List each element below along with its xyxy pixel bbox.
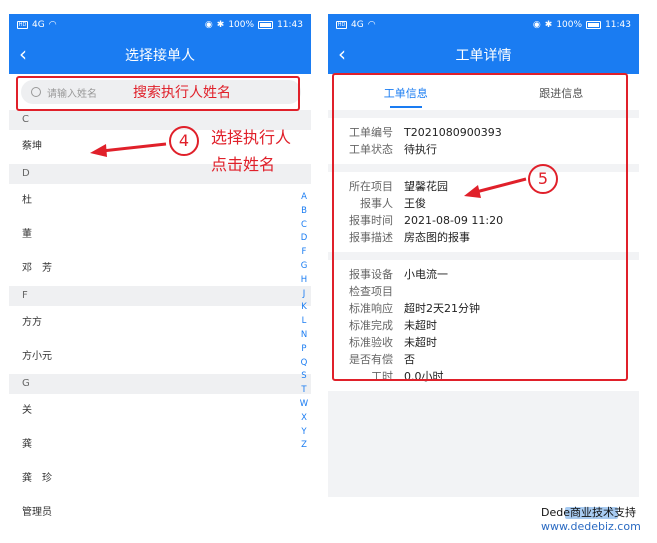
index-letter-c[interactable]: C [301, 219, 307, 233]
battery-label: 100% [556, 20, 583, 30]
index-letter-l[interactable]: L [302, 315, 307, 329]
group-header-g: G [9, 374, 311, 394]
nav-bar: ‹ 工单详情 [328, 36, 639, 74]
bluetooth-icon: ✱ [544, 20, 553, 30]
wifi-icon: ◠ [367, 20, 376, 30]
index-letter-x[interactable]: X [301, 412, 307, 426]
sim-icon: HD [336, 21, 347, 29]
contact-list-item[interactable]: 管理员 [9, 496, 311, 530]
watermark-url: www.dedebiz.com [541, 520, 641, 533]
wifi-icon: ◠ [48, 20, 57, 30]
alphabet-index-bar[interactable]: ABCDFGHJKLNPQSTWXYZ [298, 191, 310, 453]
clock: 11:43 [605, 20, 631, 30]
bluetooth-icon: ✱ [216, 20, 225, 30]
contact-list-item[interactable]: 董 [9, 218, 311, 252]
index-letter-k[interactable]: K [301, 301, 307, 315]
contact-list-item[interactable]: 邓 芳 [9, 252, 311, 286]
contact-list-item[interactable]: 方方 [9, 306, 311, 340]
contact-list-item[interactable]: 关 [9, 394, 311, 428]
contact-list-item[interactable]: 方小元 [9, 340, 311, 374]
contact-list-item[interactable]: 龚 [9, 428, 311, 462]
battery-label: 100% [228, 20, 255, 30]
index-letter-s[interactable]: S [301, 370, 306, 384]
sim-icon: HD [17, 21, 28, 29]
arrow-left-icon [90, 142, 167, 157]
step-4-text-line2: 点击姓名 [211, 155, 276, 174]
network-label: 4G [32, 20, 45, 30]
status-bar: HD 4G ◠ ◉ ✱ 100% 11:43 [9, 14, 311, 36]
index-letter-q[interactable]: Q [301, 357, 308, 371]
index-letter-j[interactable]: J [303, 288, 306, 302]
back-arrow-icon[interactable]: ‹ [338, 42, 346, 66]
index-letter-w[interactable]: W [300, 398, 308, 412]
nav-bar: ‹ 选择接单人 [9, 36, 311, 74]
index-letter-t[interactable]: T [301, 384, 306, 398]
index-letter-n[interactable]: N [301, 329, 307, 343]
step-4-text-line1: 选择执行人 [211, 128, 292, 147]
index-letter-b[interactable]: B [301, 205, 307, 219]
battery-icon [258, 21, 274, 29]
clock: 11:43 [277, 20, 303, 30]
search-highlight-box [16, 76, 300, 111]
step-4-marker: 4 [169, 126, 199, 156]
detail-highlight-box [332, 73, 628, 381]
eye-icon: ◉ [204, 20, 213, 30]
index-letter-z[interactable]: Z [301, 439, 307, 453]
back-arrow-icon[interactable]: ‹ [19, 42, 27, 66]
contact-list-item[interactable]: 龚 珍 [9, 462, 311, 496]
index-letter-f[interactable]: F [302, 246, 307, 260]
index-letter-d[interactable]: D [301, 232, 308, 246]
eye-icon: ◉ [532, 20, 541, 30]
arrow-left-icon [464, 177, 527, 198]
index-letter-h[interactable]: H [301, 274, 307, 288]
network-label: 4G [351, 20, 364, 30]
contact-list-item[interactable]: 杜 [9, 184, 311, 218]
index-letter-a[interactable]: A [301, 191, 307, 205]
watermark-line1: Dede商业技术支持 [541, 506, 636, 519]
status-bar: HD 4G ◠ ◉ ✱ 100% 11:43 [328, 14, 639, 36]
step-5-marker: 5 [528, 164, 558, 194]
page-title: 选择接单人 [125, 48, 195, 64]
battery-icon [586, 21, 602, 29]
index-letter-p[interactable]: P [301, 343, 306, 357]
page-title: 工单详情 [455, 48, 512, 64]
group-header-f: F [9, 286, 311, 306]
index-letter-g[interactable]: G [301, 260, 308, 274]
index-letter-y[interactable]: Y [301, 426, 306, 440]
watermark: Dede商业技术支持 www.dedebiz.com [541, 506, 641, 534]
